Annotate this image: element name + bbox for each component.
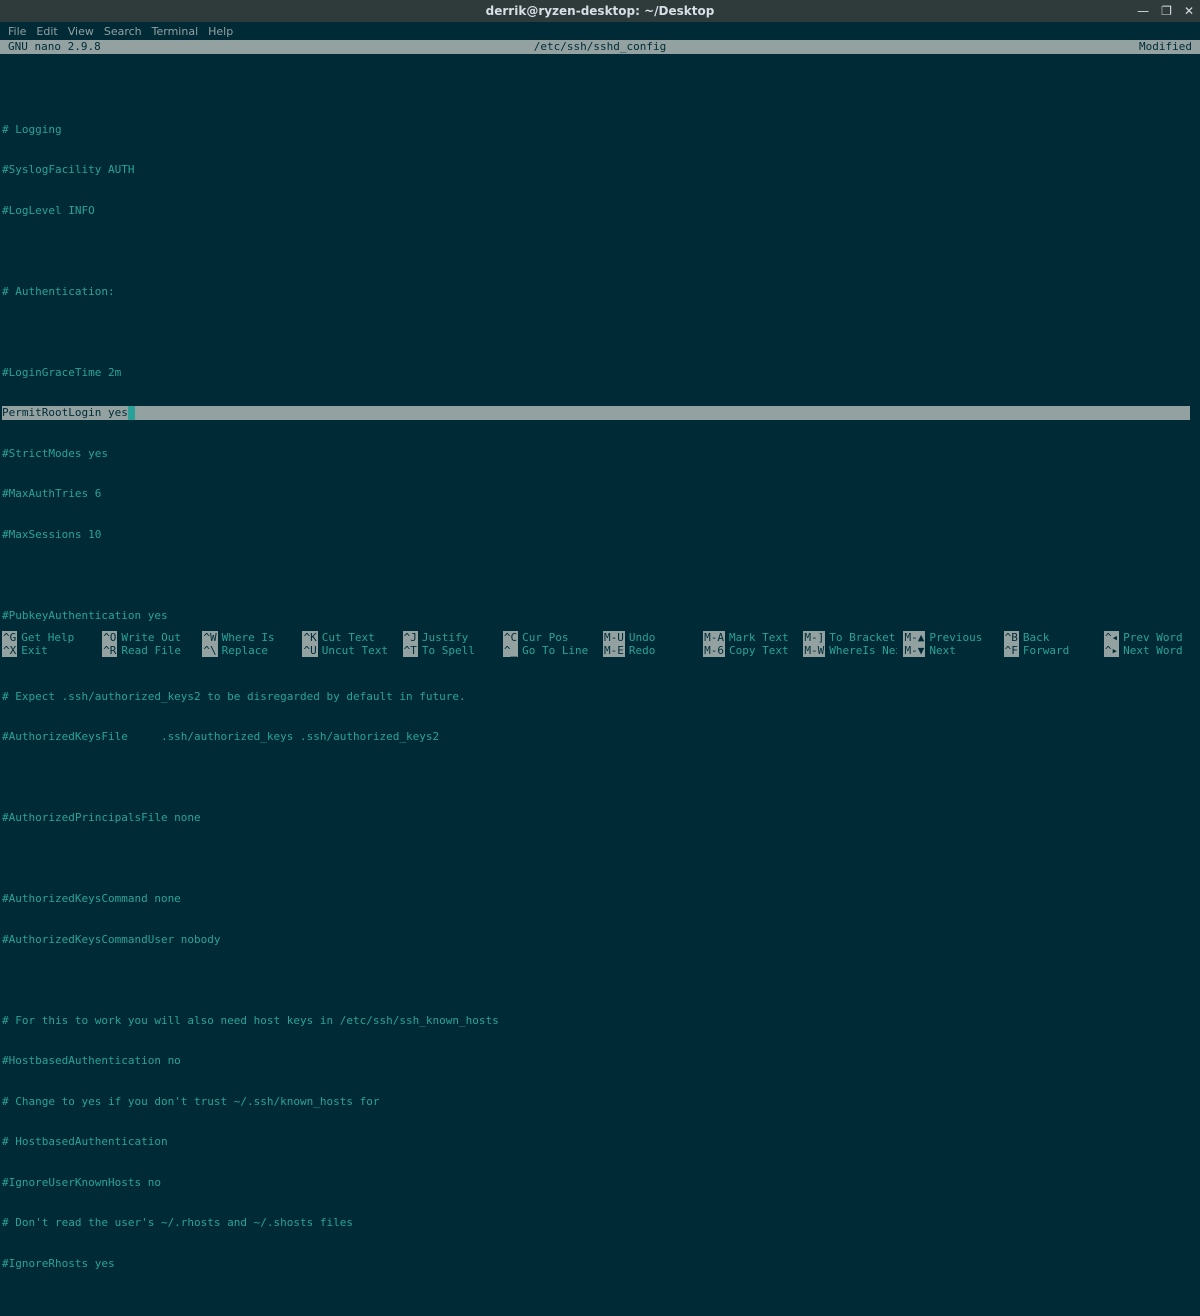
shortcut-uncut-text[interactable]: ^UUncut Text bbox=[302, 644, 396, 658]
nano-filename: /etc/ssh/sshd_config bbox=[0, 40, 1200, 54]
editor-line: #PubkeyAuthentication yes bbox=[2, 609, 1198, 623]
shortcut-replace[interactable]: ^\Replace bbox=[202, 644, 296, 658]
editor-line: # For this to work you will also need ho… bbox=[2, 1014, 1198, 1028]
menu-terminal[interactable]: Terminal bbox=[152, 25, 199, 38]
shortcut-forward[interactable]: ^FForward bbox=[1004, 644, 1098, 658]
editor-line bbox=[2, 325, 1198, 339]
editor-line: #AuthorizedPrincipalsFile none bbox=[2, 811, 1198, 825]
shortcut-next[interactable]: M-▼Next bbox=[903, 644, 997, 658]
shortcut-where-is[interactable]: ^WWhere Is bbox=[202, 631, 296, 645]
editor-line bbox=[2, 852, 1198, 866]
editor-line bbox=[2, 244, 1198, 258]
shortcut-justify[interactable]: ^JJustify bbox=[403, 631, 497, 645]
highlight-fill bbox=[135, 406, 1190, 420]
editor-area[interactable]: # Logging #SyslogFacility AUTH #LogLevel… bbox=[0, 54, 1200, 1316]
shortcut-exit[interactable]: ^XExit bbox=[2, 644, 96, 658]
editor-line bbox=[2, 1297, 1198, 1311]
nano-header: GNU nano 2.9.8 /etc/ssh/sshd_config Modi… bbox=[0, 40, 1200, 54]
editor-line: #AuthorizedKeysCommandUser nobody bbox=[2, 933, 1198, 947]
shortcut-mark-text[interactable]: M-AMark Text bbox=[703, 631, 797, 645]
editor-line: #StrictModes yes bbox=[2, 447, 1198, 461]
shortcut-to-bracket[interactable]: M-]To Bracket bbox=[803, 631, 897, 645]
editor-line: # Authentication: bbox=[2, 285, 1198, 299]
window-title: derrik@ryzen-desktop: ~/Desktop bbox=[0, 4, 1200, 18]
minimize-icon[interactable]: — bbox=[1137, 5, 1149, 17]
editor-line bbox=[2, 82, 1198, 96]
editor-line bbox=[2, 771, 1198, 785]
editor-line: #HostbasedAuthentication no bbox=[2, 1054, 1198, 1068]
shortcut-back[interactable]: ^BBack bbox=[1004, 631, 1098, 645]
editor-line: #LoginGraceTime 2m bbox=[2, 366, 1198, 380]
menu-search[interactable]: Search bbox=[104, 25, 142, 38]
shortcut-copy-text[interactable]: M-6Copy Text bbox=[703, 644, 797, 658]
window-controls: — ❐ ✕ bbox=[1137, 5, 1194, 17]
menu-view[interactable]: View bbox=[68, 25, 94, 38]
shortcut-cur-pos[interactable]: ^CCur Pos bbox=[503, 631, 597, 645]
shortcut-read-file[interactable]: ^RRead File bbox=[102, 644, 196, 658]
shortcut-write-out[interactable]: ^OWrite Out bbox=[102, 631, 196, 645]
shortcut-prev-word[interactable]: ^◂Prev Word bbox=[1104, 631, 1198, 645]
shortcut-previous[interactable]: M-▲Previous bbox=[903, 631, 997, 645]
shortcut-next-word[interactable]: ^▸Next Word bbox=[1104, 644, 1198, 658]
shortcut-to-spell[interactable]: ^TTo Spell bbox=[403, 644, 497, 658]
shortcut-redo[interactable]: M-ERedo bbox=[603, 644, 697, 658]
editor-line: #MaxAuthTries 6 bbox=[2, 487, 1198, 501]
menu-file[interactable]: File bbox=[8, 25, 26, 38]
editor-line: #LogLevel INFO bbox=[2, 204, 1198, 218]
shortcut-get-help[interactable]: ^GGet Help bbox=[2, 631, 96, 645]
shortcut-undo[interactable]: M-UUndo bbox=[603, 631, 697, 645]
cursor-icon bbox=[128, 406, 135, 420]
editor-line: # Expect .ssh/authorized_keys2 to be dis… bbox=[2, 690, 1198, 704]
editor-line: # Change to yes if you don't trust ~/.ss… bbox=[2, 1095, 1198, 1109]
editor-line bbox=[2, 973, 1198, 987]
editor-line: #IgnoreRhosts yes bbox=[2, 1257, 1198, 1271]
highlighted-text: PermitRootLogin yes bbox=[2, 406, 128, 420]
editor-line: #SyslogFacility AUTH bbox=[2, 163, 1198, 177]
editor-line: # Logging bbox=[2, 123, 1198, 137]
menubar: File Edit View Search Terminal Help bbox=[0, 22, 1200, 40]
menu-help[interactable]: Help bbox=[208, 25, 233, 38]
shortcut-whereis-next[interactable]: M-WWhereIs Next bbox=[803, 644, 897, 658]
editor-line-highlighted: PermitRootLogin yes bbox=[2, 406, 1198, 420]
maximize-icon[interactable]: ❐ bbox=[1161, 5, 1172, 17]
shortcut-cut-text[interactable]: ^KCut Text bbox=[302, 631, 396, 645]
editor-line bbox=[2, 568, 1198, 582]
editor-line: # Don't read the user's ~/.rhosts and ~/… bbox=[2, 1216, 1198, 1230]
editor-line: #IgnoreUserKnownHosts no bbox=[2, 1176, 1198, 1190]
close-icon[interactable]: ✕ bbox=[1184, 5, 1194, 17]
nano-modified-indicator: Modified bbox=[1139, 40, 1192, 54]
menu-edit[interactable]: Edit bbox=[36, 25, 57, 38]
editor-line: #AuthorizedKeysFile .ssh/authorized_keys… bbox=[2, 730, 1198, 744]
editor-line: # HostbasedAuthentication bbox=[2, 1135, 1198, 1149]
editor-line: #MaxSessions 10 bbox=[2, 528, 1198, 542]
nano-shortcut-bar: ^GGet Help ^OWrite Out ^WWhere Is ^KCut … bbox=[0, 631, 1200, 659]
window-titlebar: derrik@ryzen-desktop: ~/Desktop — ❐ ✕ bbox=[0, 0, 1200, 22]
editor-line: #AuthorizedKeysCommand none bbox=[2, 892, 1198, 906]
shortcut-go-to-line[interactable]: ^_Go To Line bbox=[503, 644, 597, 658]
